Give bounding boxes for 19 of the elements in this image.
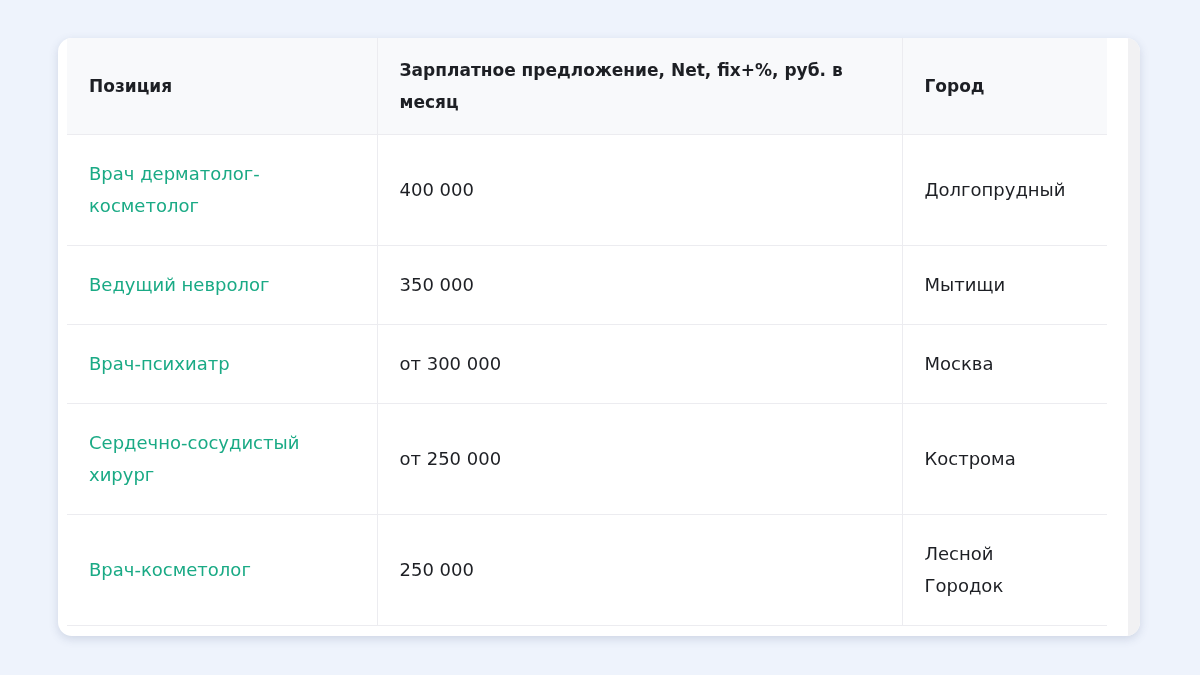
column-header: Город (902, 38, 1107, 135)
position-link[interactable]: Ведущий невролог (89, 269, 270, 301)
salary-cell: от 300 000 (377, 324, 902, 404)
position-link[interactable]: Врач-психиатр (89, 348, 230, 380)
scrollbar-track[interactable] (1128, 38, 1140, 636)
city-cell: Долгопрудный (902, 134, 1107, 246)
column-header: Зарплатное предложение, Net, fix+%, руб. в месяц (377, 38, 902, 135)
city-cell: Мытищи (902, 245, 1107, 325)
city-cell: Лесной Городок (902, 514, 1107, 626)
salary-cell: 350 000 (377, 245, 902, 325)
city-cell: Кострома (902, 403, 1107, 515)
salary-cell: от 250 000 (377, 403, 902, 515)
position-link[interactable]: Сердечно-сосудистый хирург (89, 427, 355, 491)
salary-cell: 400 000 (377, 134, 902, 246)
position-link[interactable]: Врач дерматолог-косметолог (89, 158, 355, 222)
salary-cell: 250 000 (377, 514, 902, 626)
column-header: Позиция (67, 38, 377, 135)
position-link[interactable]: Врач-косметолог (89, 554, 251, 586)
city-cell: Москва (902, 324, 1107, 404)
